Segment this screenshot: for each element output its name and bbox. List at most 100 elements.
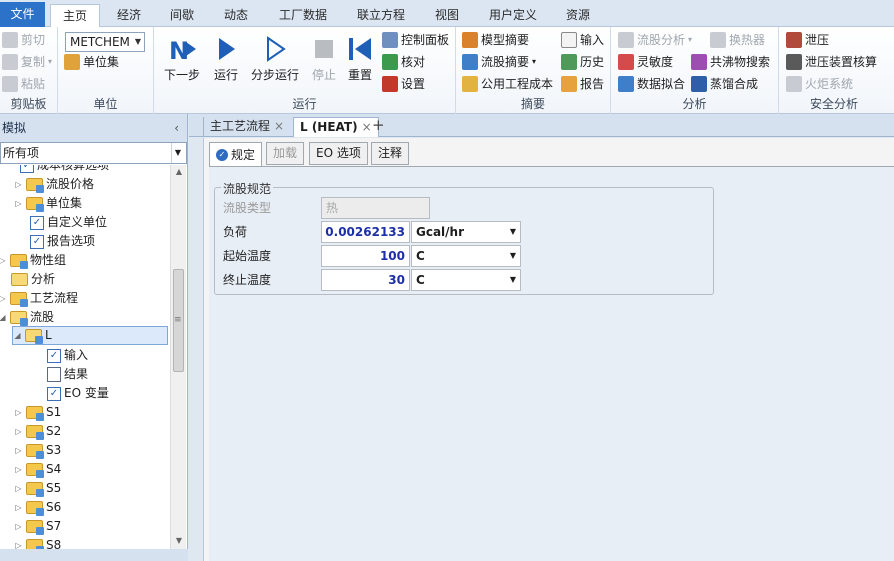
expand-icon[interactable]: ▷ [14, 536, 23, 550]
copy-button[interactable]: 复制 ▾ [2, 52, 52, 72]
duty-input[interactable]: 0.00262133 [321, 221, 410, 243]
tree-item[interactable]: ▷ 流股价格 [14, 175, 94, 194]
tree-item[interactable]: ▷ 物性组 [0, 251, 66, 270]
tree-item[interactable]: 分析 [11, 270, 55, 289]
collapse-pane-icon[interactable]: ‹ [174, 114, 179, 142]
reset-button[interactable]: 重置 [338, 31, 382, 85]
tab-l-heat[interactable]: L (HEAT) × [293, 117, 379, 137]
chevron-down-icon: ▼ [171, 143, 184, 163]
tree-item[interactable]: ✓ 自定义单位 [30, 213, 107, 232]
expand-icon[interactable]: ▷ [0, 289, 7, 308]
scroll-up-icon[interactable]: ▲ [171, 167, 187, 179]
menu-tab-file[interactable]: 文件 [0, 2, 45, 27]
expand-icon[interactable]: ▷ [14, 422, 23, 441]
tree-item[interactable]: ▷ S6 [14, 498, 61, 517]
menu-tab-view[interactable]: 视图 [428, 4, 466, 27]
menu-tab-equation-oriented[interactable]: 联立方程 [350, 4, 412, 27]
report-button[interactable]: 报告 [561, 74, 604, 94]
tree-item[interactable]: ▷ S7 [14, 517, 61, 536]
distillation-synthesis-button[interactable]: 蒸馏合成 [691, 74, 758, 94]
heat-exchanger-button[interactable]: 换热器 [710, 30, 765, 50]
tree-item[interactable]: ✓ 输入 [47, 346, 88, 365]
menu-tab-resources[interactable]: 资源 [558, 4, 598, 27]
menu-tab-batch[interactable]: 间歇 [160, 4, 204, 27]
data-fit-button[interactable]: 数据拟合 [618, 74, 685, 94]
menu-tab-dynamics[interactable]: 动态 [214, 4, 258, 27]
menu-tab-economics[interactable]: 经济 [105, 4, 153, 27]
run-button[interactable]: 运行 [204, 31, 248, 85]
relief-valve-icon [786, 32, 802, 48]
start-temp-input[interactable]: 100 [321, 245, 410, 267]
paste-button[interactable]: 粘贴 [2, 74, 45, 94]
close-icon[interactable]: × [274, 119, 284, 133]
expand-icon[interactable]: ▷ [14, 194, 23, 213]
tab-main-flowsheet[interactable]: 主工艺流程 × [203, 117, 290, 137]
end-temp-input[interactable]: 30 [321, 269, 410, 291]
expand-icon[interactable]: ▷ [14, 403, 23, 422]
check-icon: ✓ [47, 386, 61, 401]
close-icon[interactable]: × [362, 120, 372, 134]
expand-icon[interactable]: ▷ [0, 251, 7, 270]
tree-item[interactable]: ✓ 报告选项 [30, 232, 95, 251]
cut-button[interactable]: 剪切 [2, 30, 45, 50]
tree-item[interactable]: ✓ EO 变量 [47, 384, 109, 403]
tree-item[interactable]: ▷ S8 [14, 536, 61, 550]
history-button[interactable]: 历史 [561, 52, 604, 72]
expand-icon[interactable]: ▷ [14, 517, 23, 536]
step-run-button[interactable]: 分步运行 [248, 31, 302, 85]
collapse-icon[interactable]: ◢ [0, 308, 7, 327]
unit-sets-button[interactable]: 单位集 [64, 52, 119, 72]
stream-analysis-button[interactable]: 流股分析 ▾ [618, 30, 692, 50]
flare-system-button[interactable]: 火炬系统 [786, 74, 853, 94]
tree-item[interactable]: ▷ S1 [14, 403, 61, 422]
utility-cost-button[interactable]: 公用工程成本 [462, 74, 553, 94]
scroll-down-icon[interactable]: ▼ [171, 536, 187, 548]
input-doc-icon [561, 32, 577, 48]
menu-tab-plant-data[interactable]: 工厂数据 [272, 4, 334, 27]
tree-item[interactable]: ▷ S3 [14, 441, 61, 460]
tab-eo-options[interactable]: EO 选项 [309, 142, 368, 165]
tab-loading[interactable]: 加载 [266, 142, 305, 165]
add-tab-icon[interactable]: + [372, 116, 385, 134]
tree-item-selected[interactable]: ◢ L [12, 326, 168, 345]
tab-specifications[interactable]: ✓ 规定 [209, 142, 263, 167]
tree-item[interactable]: ▷ 工艺流程 [0, 289, 78, 308]
tree-item[interactable]: ◢ 流股 [0, 308, 54, 327]
duty-unit-select[interactable]: Gcal/hr ▼ [411, 221, 521, 243]
control-panel-button[interactable]: 控制面板 [382, 30, 449, 50]
check-button[interactable]: 核对 [382, 52, 425, 72]
tree-item[interactable]: ▷ S4 [14, 460, 61, 479]
expand-icon[interactable]: ▷ [14, 441, 23, 460]
relief-button[interactable]: 泄压 [786, 30, 829, 50]
tree-item[interactable]: ▷ S5 [14, 479, 61, 498]
expand-icon[interactable]: ▷ [14, 175, 23, 194]
sensitivity-button[interactable]: 灵敏度 [618, 52, 673, 72]
start-temp-unit-select[interactable]: C ▼ [411, 245, 521, 267]
model-summary-button[interactable]: 模型摘要 [462, 30, 529, 50]
collapse-icon[interactable]: ◢ [13, 326, 22, 345]
flare-icon [786, 76, 802, 92]
tree-item[interactable]: 结果 [47, 365, 88, 384]
input-button[interactable]: 输入 [561, 30, 604, 50]
folder-icon [26, 197, 44, 212]
run-group: N 下一步 运行 分步运行 停止 重置 控制面板 核对 设置 运行 [154, 27, 456, 114]
settings-button[interactable]: 设置 [382, 74, 425, 94]
navigation-filter-select[interactable]: 所有项 ▼ [0, 142, 187, 164]
stream-summary-button[interactable]: 流股摘要 ▾ [462, 52, 536, 72]
expand-icon[interactable]: ▷ [14, 460, 23, 479]
tree-item[interactable]: ▷ S2 [14, 422, 61, 441]
menu-tab-customize[interactable]: 用户定义 [482, 4, 544, 27]
expand-icon[interactable]: ▷ [14, 479, 23, 498]
expand-icon[interactable]: ▷ [14, 498, 23, 517]
tree-item[interactable]: ▷ 单位集 [14, 194, 82, 213]
tree-scrollbar[interactable]: ▲ ≡ ▼ [170, 165, 186, 550]
azeotrope-search-button[interactable]: 共沸物搜索 [691, 52, 770, 72]
unit-system-select[interactable]: METCHEM ▼ [65, 32, 145, 52]
tab-comments[interactable]: 注释 [371, 142, 410, 165]
end-temp-unit-select[interactable]: C ▼ [411, 269, 521, 291]
tree-item[interactable]: ✓ 成本核算选项 [20, 165, 109, 175]
next-button[interactable]: N 下一步 [160, 31, 204, 85]
relief-sizing-button[interactable]: 泄压装置核算 [786, 52, 877, 72]
start-temp-label: 起始温度 [223, 249, 272, 263]
menu-tab-home[interactable]: 主页 [50, 4, 100, 28]
